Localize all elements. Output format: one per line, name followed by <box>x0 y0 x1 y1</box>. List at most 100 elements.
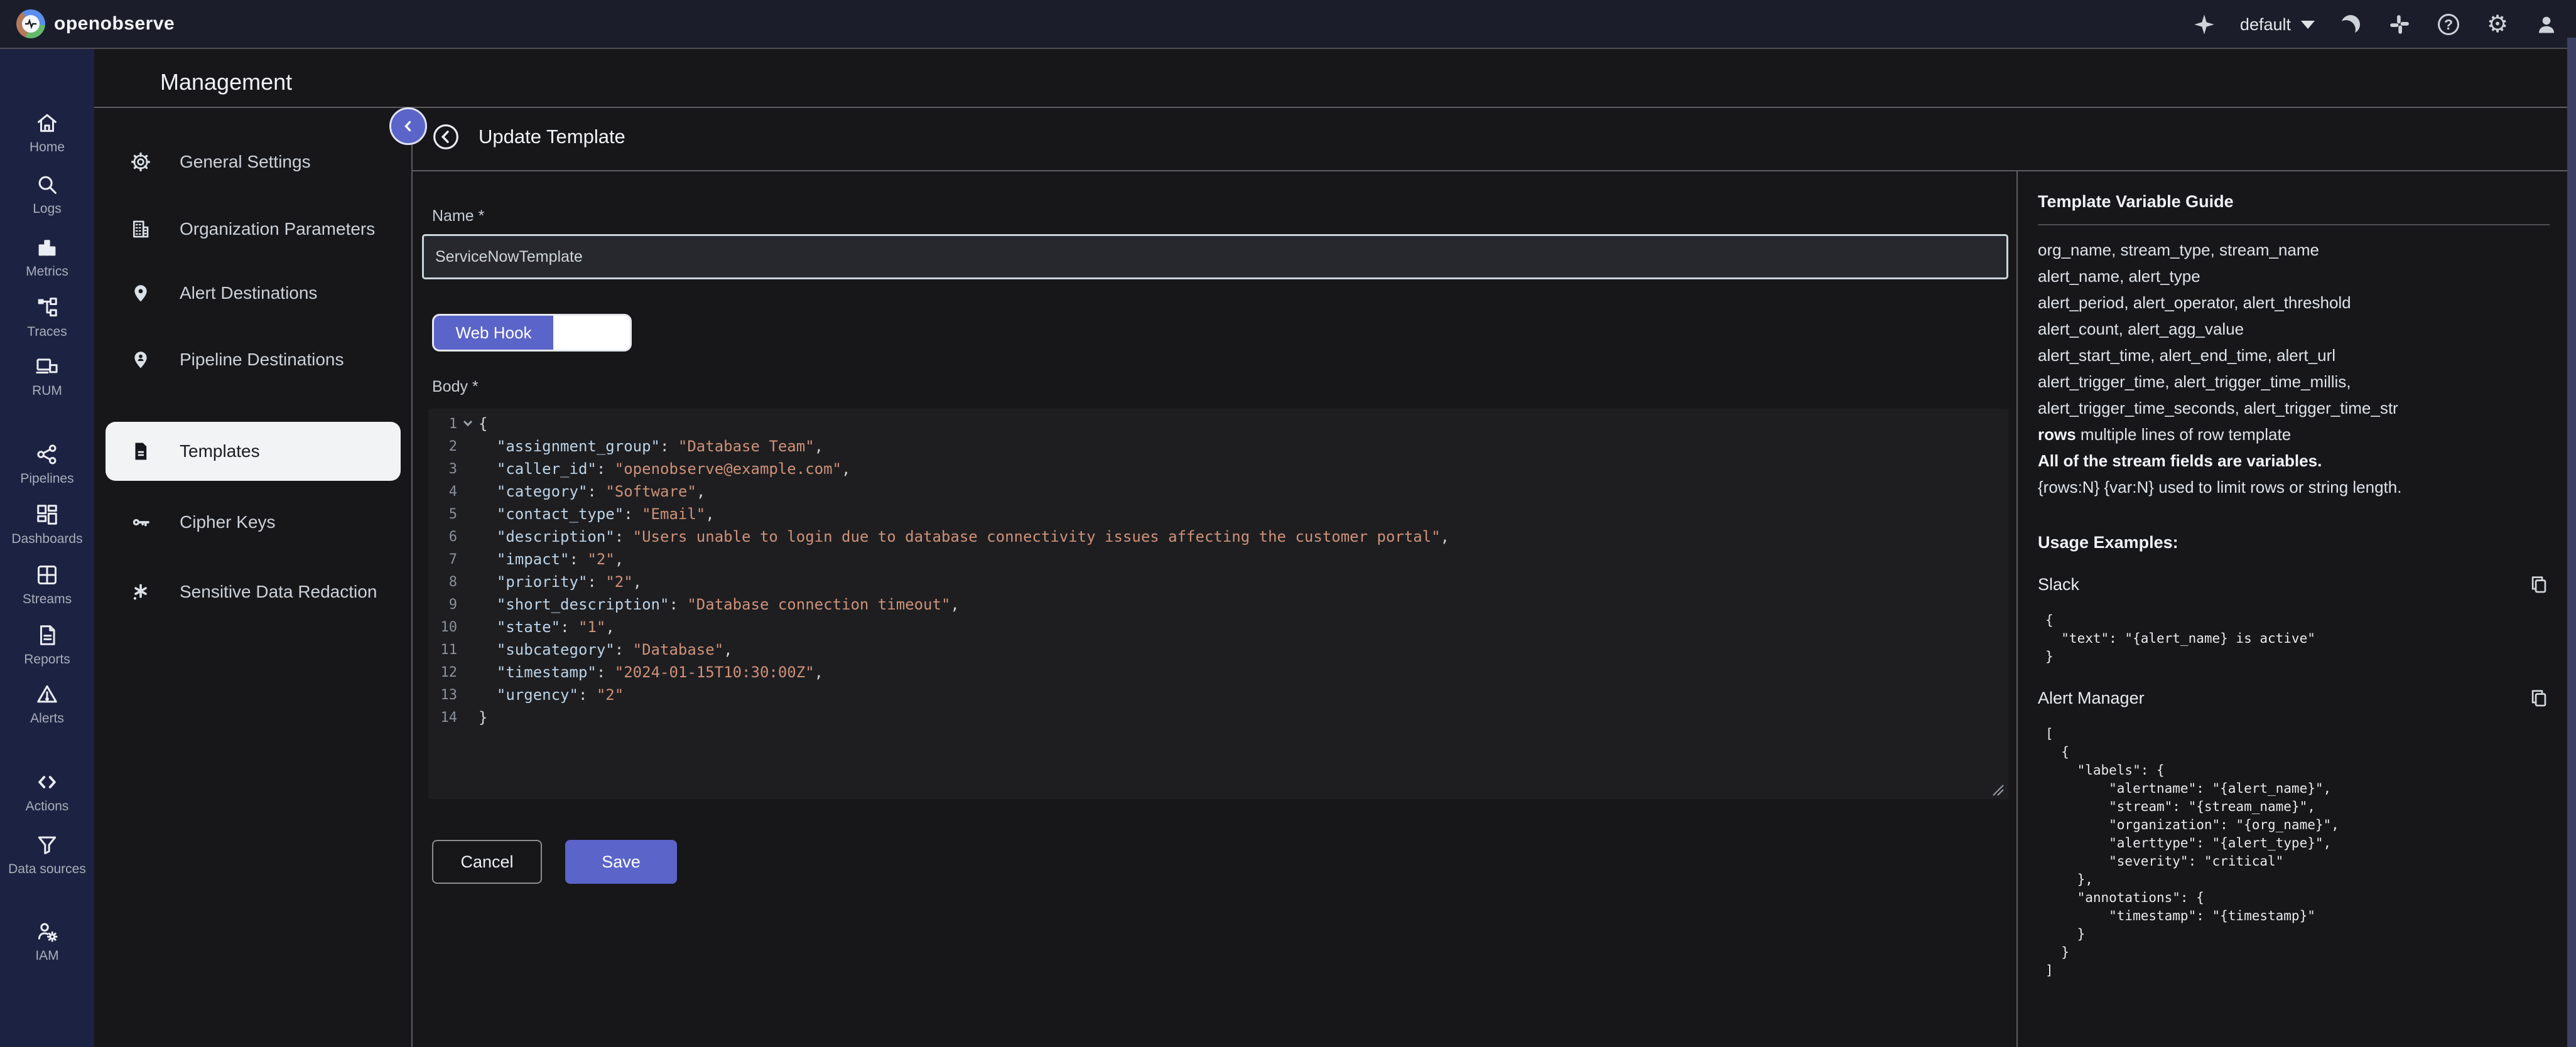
metrics-icon <box>35 235 59 260</box>
name-input[interactable] <box>422 234 2008 279</box>
code-line[interactable]: 3 "caller_id": "openobserve@example.com"… <box>428 458 2008 480</box>
code-line[interactable]: 7 "impact": "2", <box>428 548 2008 571</box>
help-icon: ? <box>2438 14 2459 35</box>
sidebar-item-streams[interactable]: Streams <box>0 562 94 607</box>
menu-item-label: General Settings <box>180 152 311 172</box>
line-number: 9 <box>428 597 457 613</box>
sidebar-item-actions[interactable]: Actions <box>0 770 94 814</box>
guide-line: rows multiple lines of row template <box>2038 421 2550 448</box>
sidebar-item-dashboards[interactable]: Dashboards <box>0 502 94 547</box>
menu-item-label: Organization Parameters <box>180 219 375 239</box>
body-label: Body * <box>432 378 479 396</box>
topbar-actions: default ? ⚙ <box>2191 0 2560 49</box>
json-value: "openobserve@example.com" <box>615 460 842 478</box>
code-line[interactable]: 10 "state": "1", <box>428 616 2008 638</box>
sidebar-item-label: RUM <box>32 383 62 399</box>
menu-item-label: Cipher Keys <box>180 512 276 532</box>
sidebar-item-label: Logs <box>33 201 62 217</box>
sidebar-item-pipelines[interactable]: Pipelines <box>0 442 94 486</box>
save-button[interactable]: Save <box>565 840 677 884</box>
code-line[interactable]: 4 "category": "Software", <box>428 480 2008 503</box>
json-value: "Database Team" <box>678 438 814 455</box>
management-menu-item-cipher-keys[interactable]: Cipher Keys <box>106 493 401 552</box>
cancel-button[interactable]: Cancel <box>432 840 542 884</box>
sidebar-item-label: Home <box>30 139 65 155</box>
json-value: "2" <box>605 573 632 591</box>
user-menu[interactable] <box>2533 11 2560 38</box>
code-line[interactable]: 12 "timestamp": "2024-01-15T10:30:00Z", <box>428 661 2008 684</box>
toggle-webhook-option[interactable]: Web Hook <box>434 316 553 350</box>
json-value: "2024-01-15T10:30:00Z" <box>615 663 814 681</box>
sidebar-item-label: Pipelines <box>20 471 73 486</box>
chevron-down-icon <box>463 417 472 426</box>
management-menu-item-organization-parameters[interactable]: Organization Parameters <box>106 200 401 259</box>
guide-line: alert_count, alert_agg_value <box>2038 316 2550 342</box>
code-content: } <box>479 709 487 726</box>
guide-line: org_name, stream_type, stream_name <box>2038 237 2550 263</box>
management-menu-item-general-settings[interactable]: General Settings <box>106 132 401 191</box>
brand-logo[interactable]: openobserve <box>16 9 175 38</box>
datasources-icon <box>35 832 59 857</box>
settings-button[interactable]: ⚙ <box>2484 11 2511 38</box>
sidebar-item-data-sources[interactable]: Data sources <box>0 832 94 877</box>
example-header: Alert Manager <box>2038 687 2550 709</box>
sidebar-item-label: Metrics <box>26 264 68 279</box>
sidebar-item-reports[interactable]: Reports <box>0 623 94 667</box>
body-code-editor[interactable]: 1{2 "assignment_group": "Database Team",… <box>428 409 2008 799</box>
code-line[interactable]: 14} <box>428 706 2008 729</box>
arrow-back-circle-icon <box>432 123 460 151</box>
usage-example-alert-manager: Alert Manager[ { "labels": { "alertname"… <box>2038 687 2550 980</box>
code-line[interactable]: 5 "contact_type": "Email", <box>428 503 2008 525</box>
code-content: "urgency": "2" <box>479 686 624 704</box>
json-key: "impact" <box>497 550 570 568</box>
fold-toggle[interactable] <box>457 421 479 427</box>
copy-button[interactable] <box>2528 687 2550 709</box>
toggle-off-option[interactable] <box>553 316 630 350</box>
rum-icon <box>35 354 59 379</box>
dark-mode-toggle[interactable] <box>2337 11 2364 38</box>
code-line[interactable]: 13 "urgency": "2" <box>428 684 2008 706</box>
management-menu-item-pipeline-destinations[interactable]: Pipeline Destinations <box>106 330 401 389</box>
code-line[interactable]: 9 "short_description": "Database connect… <box>428 593 2008 616</box>
line-number: 1 <box>428 416 457 432</box>
management-menu-item-sensitive-data-redaction[interactable]: Sensitive Data Redaction <box>106 562 401 621</box>
sparkle-icon[interactable] <box>2191 11 2217 38</box>
page-scrollbar[interactable] <box>2567 38 2576 1047</box>
management-menu-item-alert-destinations[interactable]: Alert Destinations <box>106 264 401 323</box>
gear-icon: ⚙ <box>2487 13 2508 36</box>
line-number: 5 <box>428 507 457 522</box>
code-line[interactable]: 11 "subcategory": "Database", <box>428 638 2008 661</box>
code-content: "priority": "2", <box>479 573 642 591</box>
menu-item-label: Alert Destinations <box>180 283 317 303</box>
collapse-panel-button[interactable] <box>389 107 427 145</box>
line-number: 3 <box>428 461 457 477</box>
sidebar-item-alerts[interactable]: Alerts <box>0 682 94 726</box>
sidebar-item-home[interactable]: Home <box>0 110 94 155</box>
copy-button[interactable] <box>2528 574 2550 595</box>
guide-line: alert_start_time, alert_end_time, alert_… <box>2038 342 2550 368</box>
sidebar-item-logs[interactable]: Logs <box>0 172 94 217</box>
menu-item-label: Pipeline Destinations <box>180 350 344 370</box>
slack-button[interactable] <box>2386 11 2413 38</box>
sidebar-item-iam[interactable]: IAM <box>0 919 94 964</box>
traces-icon <box>35 295 59 320</box>
guide-line: alert_trigger_time_seconds, alert_trigge… <box>2038 395 2550 421</box>
template-type-toggle[interactable]: Web Hook <box>432 314 632 352</box>
usage-examples: Slack{ "text": "{alert_name} is active" … <box>2038 574 2550 980</box>
code-line[interactable]: 6 "description": "Users unable to login … <box>428 525 2008 548</box>
sidebar-item-metrics[interactable]: Metrics <box>0 235 94 279</box>
sidebar-item-rum[interactable]: RUM <box>0 354 94 399</box>
sidebar-item-label: Data sources <box>8 861 86 877</box>
management-menu-item-templates[interactable]: Templates <box>106 422 401 481</box>
code-line[interactable]: 1{ <box>428 412 2008 435</box>
openobserve-logo-icon <box>16 9 45 38</box>
help-button[interactable]: ? <box>2435 11 2462 38</box>
content-header: Update Template <box>432 123 625 151</box>
sidebar-item-traces[interactable]: Traces <box>0 295 94 340</box>
example-name: Alert Manager <box>2038 689 2145 708</box>
resize-handle[interactable] <box>1988 780 2005 797</box>
org-selector[interactable]: default <box>2240 15 2315 35</box>
back-button[interactable] <box>432 123 460 151</box>
code-line[interactable]: 8 "priority": "2", <box>428 571 2008 593</box>
code-line[interactable]: 2 "assignment_group": "Database Team", <box>428 435 2008 458</box>
